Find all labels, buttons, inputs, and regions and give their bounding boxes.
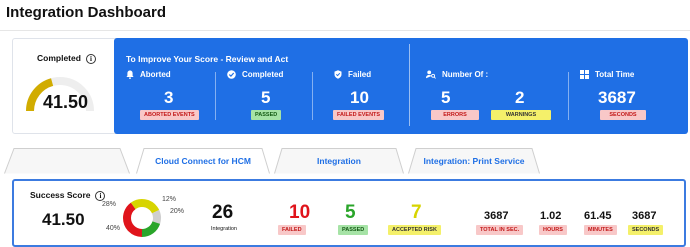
grid-icon — [580, 70, 589, 79]
donut-label-28: 28% — [102, 201, 117, 208]
title-divider — [0, 30, 690, 31]
tab-integration-print-service[interactable]: Integration: Print Service — [408, 148, 540, 174]
divider — [312, 72, 313, 120]
total-seconds-tag: TOTAL IN SEC. — [476, 225, 524, 235]
success-score-panel: Success Score i 41.50 28% 12% 20% 40% 26 … — [12, 179, 686, 247]
total-seconds-value: 3687 — [484, 210, 509, 222]
accepted-risk-count: 7 — [411, 202, 422, 223]
success-donut-chart — [123, 199, 161, 237]
aborted-value: 3 — [164, 88, 174, 107]
integration-label: Integration — [211, 226, 237, 232]
shield-check-icon — [334, 70, 342, 79]
failed-count: 10 — [289, 202, 311, 223]
success-score-value: 41.50 — [42, 210, 85, 229]
donut-label-40: 40% — [106, 225, 121, 232]
tab-label: Integration — [317, 156, 361, 166]
warnings-value: 2 — [515, 88, 525, 107]
errors-tag: ERRORS — [431, 110, 479, 120]
donut-label-20: 20% — [170, 208, 185, 215]
minutes-value: 61.45 — [584, 210, 612, 222]
tab-label: Cloud Connect for HCM — [155, 156, 251, 166]
tab-cloud-connect-for-hcm[interactable]: Cloud Connect for HCM — [136, 148, 270, 174]
errors-value: 5 — [441, 88, 451, 107]
failed-tag: FAILED — [278, 225, 306, 235]
integration-count: 26 — [212, 202, 234, 223]
page-title: Integration Dashboard — [6, 4, 167, 21]
warnings-tag: WARNINGS — [491, 110, 551, 120]
passed-tag: PASSED — [338, 225, 369, 235]
number-of-label: Number Of : — [442, 70, 489, 79]
divider — [568, 72, 569, 120]
failed-stat[interactable]: Failed 10 FAILED EVENTS — [333, 70, 406, 126]
aborted-tag: ABORTED EVENTS — [140, 110, 199, 120]
accepted-risk-tag: ACCEPTED RISK — [388, 225, 441, 235]
review-act-panel: To Improve Your Score - Review and Act A… — [114, 38, 688, 134]
hours-value: 1.02 — [540, 210, 562, 222]
total-time-label: Total Time — [595, 70, 635, 79]
completed-value: 41.50 — [43, 92, 89, 112]
review-title: To Improve Your Score - Review and Act — [126, 54, 289, 64]
completed-stat[interactable]: Completed 5 PASSED — [227, 70, 307, 126]
aborted-stat[interactable]: Aborted 3 ABORTED EVENTS — [126, 70, 214, 126]
divider — [215, 72, 216, 120]
failed-label: Failed — [348, 70, 372, 79]
completed-card[interactable]: Completed i 41.50 — [13, 39, 113, 133]
failed-tag: FAILED EVENTS — [333, 110, 385, 120]
info-icon[interactable]: i — [85, 53, 96, 64]
completed-stat-label: Completed — [242, 70, 284, 79]
seconds-tag: SECONDS — [600, 110, 646, 120]
total-time-value: 3687 — [598, 88, 636, 107]
seconds-tag: SECONDS — [628, 225, 664, 235]
user-search-icon — [426, 70, 436, 79]
hours-tag: HOURS — [539, 225, 567, 235]
failed-value: 10 — [350, 88, 369, 107]
total-time-stat[interactable]: Total Time 3687 SECONDS — [580, 70, 678, 126]
info-icon[interactable]: i — [95, 190, 106, 201]
number-of-stat[interactable]: Number Of : 5 ERRORS 2 WARNINGS — [426, 70, 566, 126]
minutes-tag: MINUTES — [584, 225, 617, 235]
summary-panel: Completed i 41.50 To Improve Your Score -… — [12, 38, 688, 134]
tab-blank[interactable] — [4, 148, 130, 174]
passed-count: 5 — [345, 202, 356, 223]
seconds-value: 3687 — [632, 210, 657, 222]
completed-stat-value: 5 — [261, 88, 271, 107]
tab-label: Integration: Print Service — [423, 156, 525, 166]
passed-tag: PASSED — [251, 110, 282, 120]
section-divider — [409, 44, 410, 126]
bell-icon — [126, 70, 134, 79]
aborted-label: Aborted — [140, 70, 171, 79]
tab-integration[interactable]: Integration — [274, 148, 404, 174]
donut-label-12: 12% — [162, 196, 177, 203]
completed-label: Completed — [37, 53, 81, 63]
success-score-label: Success Score — [30, 190, 91, 200]
check-circle-icon — [227, 70, 236, 79]
